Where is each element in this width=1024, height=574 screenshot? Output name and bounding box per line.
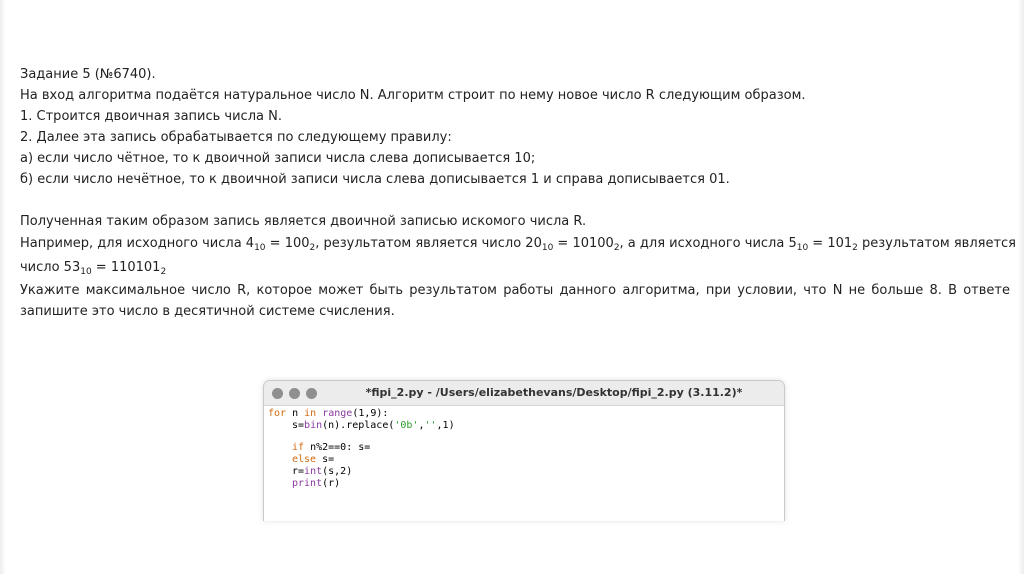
question-word: работы xyxy=(503,283,554,298)
question-word: R, xyxy=(237,283,251,298)
code-line-3: if n%2==0: s= xyxy=(292,442,371,453)
question-word: при xyxy=(705,283,732,298)
example-line-2: число 5310 = 1101012 xyxy=(20,260,167,277)
question-word: В xyxy=(948,283,957,298)
task-step-1: 1. Строится двоичная запись числа N. xyxy=(20,109,282,124)
question-word: ответе xyxy=(963,283,1010,298)
task-text: Задание 5 (№6740). На вход алгоритма под… xyxy=(20,64,1016,322)
example-part-1: Например, для исходного числа 410 = 1002… xyxy=(20,236,620,253)
question-line-2: запишите это число в десятичной системе … xyxy=(20,304,395,319)
code-line-1: for n in range(1,9): xyxy=(268,408,389,419)
example-part-2: , а для исходного числа 510 = 1012 резул… xyxy=(619,236,1017,253)
minimize-window-button[interactable] xyxy=(289,388,300,399)
question-word: 8. xyxy=(929,283,942,298)
question-word: данного xyxy=(559,283,617,298)
question-word: N xyxy=(832,283,843,298)
question-word: что xyxy=(803,283,827,298)
task-rule-b: б) если число нечётное, то к двоичной за… xyxy=(20,172,730,187)
code-line-4: else s= xyxy=(292,454,335,465)
question-word: условии, xyxy=(737,283,798,298)
right-edge-shadow xyxy=(1018,0,1024,574)
code-editor[interactable]: for n in range(1,9): s=bin(n).replace('0… xyxy=(264,406,784,490)
question-word: больше xyxy=(871,283,924,298)
question-word: алгоритма, xyxy=(622,283,700,298)
question-word: результатом xyxy=(409,283,497,298)
question-word: число xyxy=(191,283,231,298)
slide: Задание 5 (№6740). На вход алгоритма под… xyxy=(0,0,1024,574)
task-intro: На вход алгоритма подаётся натуральное ч… xyxy=(20,88,806,103)
idle-editor-window: *fipi_2.py - /Users/elizabethevans/Deskt… xyxy=(263,380,785,521)
task-rule-a: а) если число чётное, то к двоичной запи… xyxy=(20,151,536,166)
question-word: может xyxy=(318,283,364,298)
question-word: не xyxy=(848,283,866,298)
code-line-2: s=bin(n).replace('0b','',1) xyxy=(292,420,455,431)
code-line-5: r=int(s,2) xyxy=(292,466,353,477)
example-line-1: Например, для исходного числа 410 = 1002… xyxy=(20,232,1016,256)
question-line-1: Укажите максимальное число R, которое может бы… xyxy=(20,280,1010,301)
question-word: которое xyxy=(256,283,313,298)
task-result-line: Полученная таким образом запись является… xyxy=(20,214,587,229)
left-edge-shadow xyxy=(0,0,6,574)
question-word: максимальное xyxy=(85,283,186,298)
code-line-6: print(r) xyxy=(292,478,341,489)
task-step-2: 2. Далее эта запись обрабатывается по сл… xyxy=(20,130,452,145)
question-word: Укажите xyxy=(20,283,80,298)
window-titlebar[interactable]: *fipi_2.py - /Users/elizabethevans/Deskt… xyxy=(264,381,784,406)
zoom-window-button[interactable] xyxy=(306,388,317,399)
window-title: *fipi_2.py - /Users/elizabethevans/Deskt… xyxy=(365,386,743,399)
task-title: Задание 5 (№6740). xyxy=(20,67,156,82)
question-word: быть xyxy=(369,283,404,298)
close-window-button[interactable] xyxy=(272,388,283,399)
